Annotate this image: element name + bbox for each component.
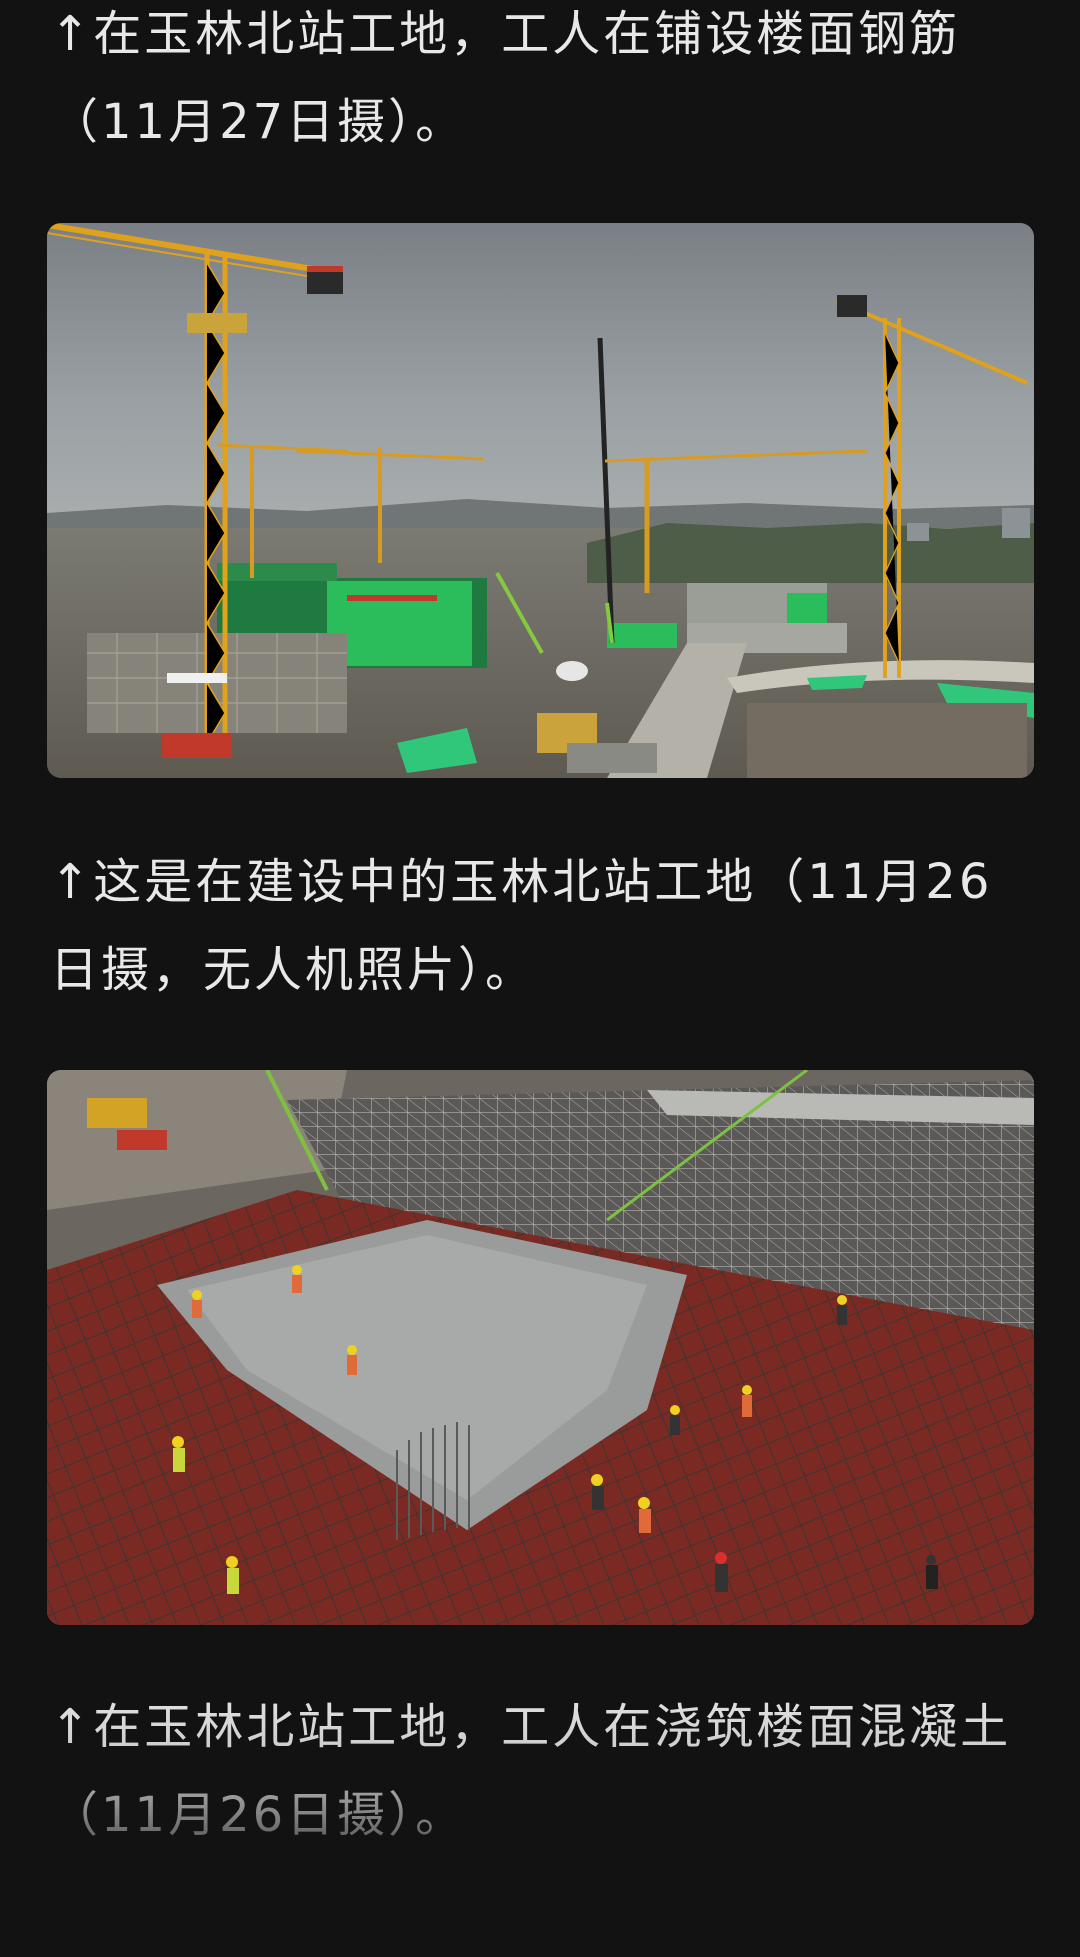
construction-site-aerial-photo[interactable] xyxy=(47,223,1034,778)
caption-concrete-pouring: ↑在玉林北站工地，工人在浇筑楼面混凝土（11月26日摄）。 xyxy=(50,1699,1012,1843)
concrete-photo-illustration xyxy=(47,1070,1034,1625)
caption-aerial-view: ↑这是在建设中的玉林北站工地（11月26日摄，无人机照片）。 xyxy=(50,854,993,998)
caption-rebar-laying: ↑在玉林北站工地，工人在铺设楼面钢筋（11月27日摄）。 xyxy=(50,6,961,150)
aerial-photo-illustration xyxy=(47,223,1034,778)
concrete-pouring-photo[interactable] xyxy=(47,1070,1034,1625)
